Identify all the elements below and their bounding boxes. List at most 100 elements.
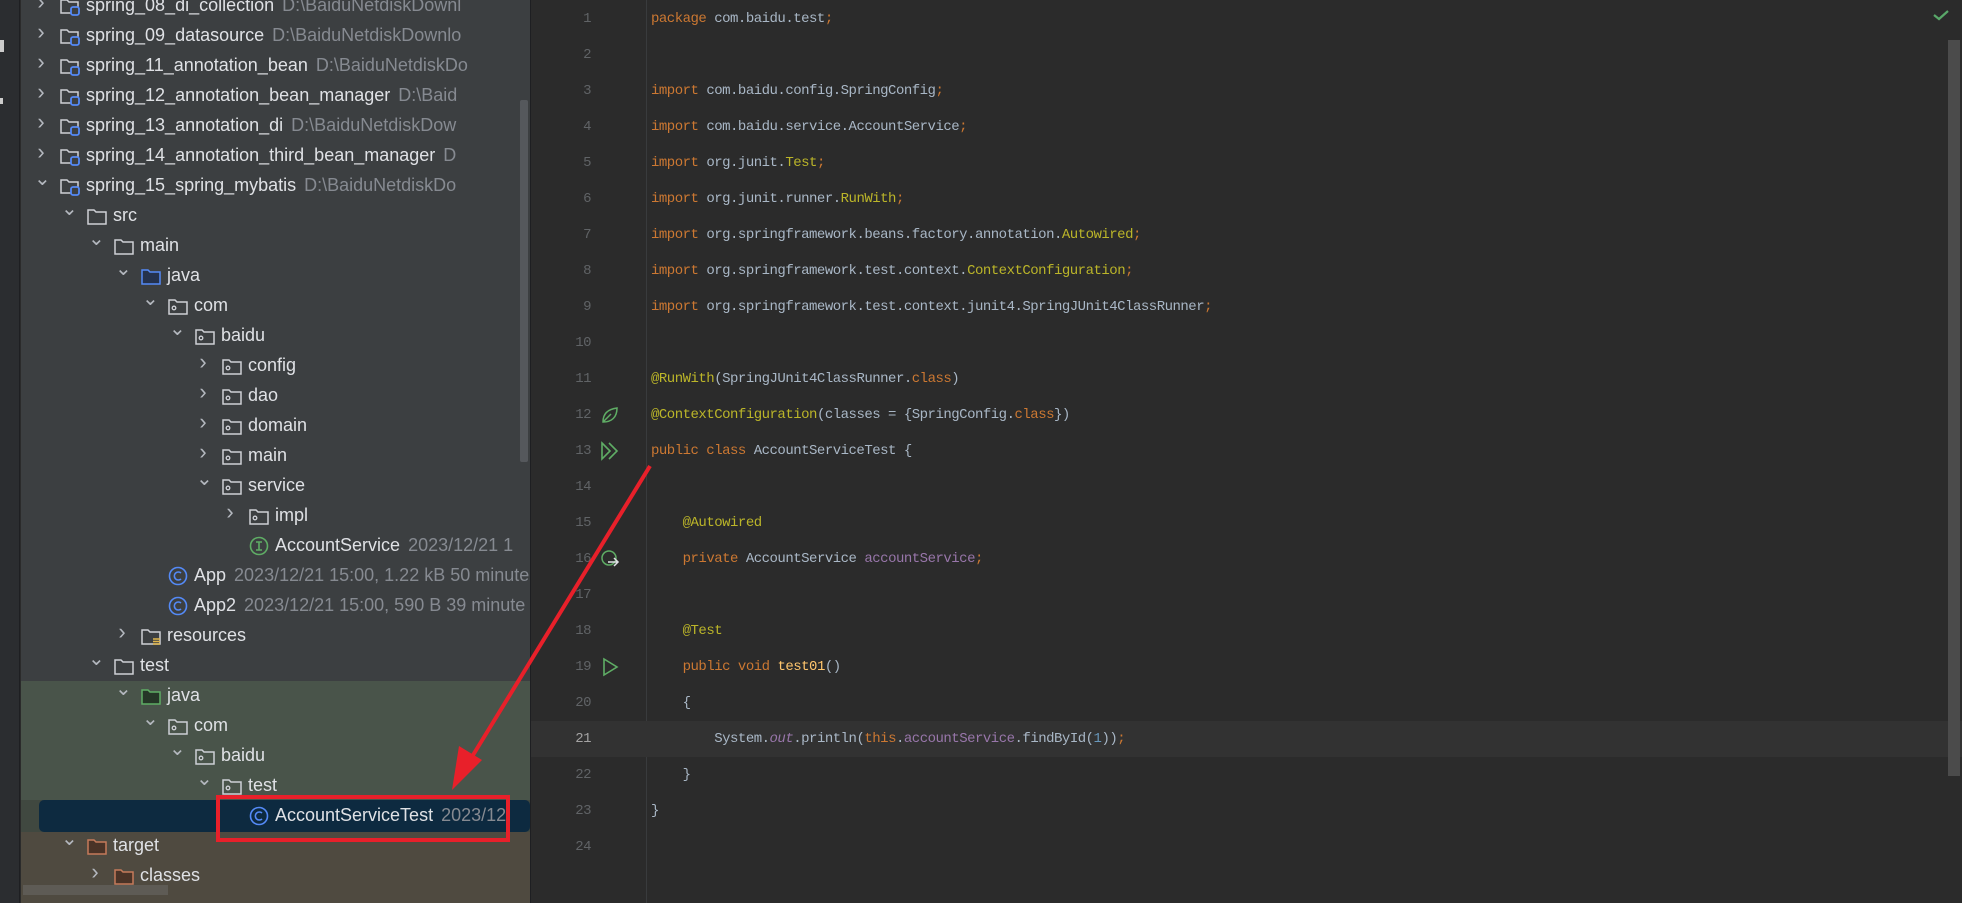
- code-token: Autowired: [1061, 227, 1134, 243]
- chevron-down-icon[interactable]: ⌄: [88, 229, 105, 249]
- code-line[interactable]: 14: [531, 469, 1962, 505]
- chevron-right-icon[interactable]: ›: [34, 0, 48, 13]
- chevron-right-icon[interactable]: ›: [88, 861, 102, 883]
- tree-item[interactable]: ⌄ target: [21, 829, 530, 861]
- chevron-down-icon[interactable]: ⌄: [142, 289, 159, 309]
- chevron-down-icon[interactable]: ⌄: [34, 169, 51, 189]
- chevron-right-icon[interactable]: ›: [196, 411, 210, 433]
- chevron-right-icon[interactable]: ›: [34, 51, 48, 73]
- tree-item[interactable]: ⌄ baidu: [21, 739, 530, 771]
- tree-vertical-scrollbar[interactable]: [520, 100, 528, 462]
- code-token: .println(: [793, 731, 865, 747]
- tree-item[interactable]: App 2023/12/21 15:00, 1.22 kB 50 minute: [21, 561, 530, 591]
- chevron-down-icon[interactable]: ⌄: [196, 769, 213, 789]
- tree-item[interactable]: ⌄ com: [21, 709, 530, 741]
- code-line[interactable]: 21 System.out.println(this.accountServic…: [531, 721, 1962, 757]
- tree-item-label: impl: [275, 505, 309, 525]
- code-line[interactable]: 20 {: [531, 685, 1962, 721]
- code-line[interactable]: 12 @ContextConfiguration(classes = {Sprin…: [531, 397, 1962, 433]
- tree-item[interactable]: › config: [21, 351, 530, 381]
- chevron-right-icon[interactable]: ›: [34, 141, 48, 163]
- chevron-right-icon[interactable]: ›: [196, 441, 210, 463]
- autowired-icon[interactable]: [599, 548, 621, 570]
- code-line[interactable]: 23}: [531, 793, 1962, 829]
- tree-item[interactable]: ⌄ spring_15_spring_mybatis D:\BaiduNetdisk…: [21, 169, 530, 201]
- code-line[interactable]: 22 }: [531, 757, 1962, 793]
- run-all-icon[interactable]: [599, 440, 621, 462]
- code-line[interactable]: 11 @RunWith(SpringJUnit4ClassRunner.class…: [531, 361, 1962, 397]
- code-line[interactable]: 16 private AccountService accountService…: [531, 541, 1962, 577]
- code-token: import: [651, 83, 707, 99]
- tree-item[interactable]: AccountService 2023/12/21 1: [21, 531, 530, 561]
- tree-item[interactable]: › spring_09_datasource D:\BaiduNetdiskDown…: [21, 21, 530, 51]
- code-line[interactable]: 17: [531, 577, 1962, 613]
- tree-item[interactable]: ⌄ main: [21, 229, 530, 261]
- tree-item[interactable]: ⌄ test: [21, 769, 530, 801]
- code-line[interactable]: 3 import com.baidu.config.SpringConfig;: [531, 73, 1962, 109]
- tree-item[interactable]: › spring_14_annotation_third_bean_manager…: [21, 141, 530, 171]
- code-line[interactable]: 10: [531, 325, 1962, 361]
- tree-item[interactable]: ⌄ baidu: [21, 319, 530, 351]
- tree-item[interactable]: › dao: [21, 381, 530, 411]
- code-line[interactable]: 7 import org.springframework.beans.factor…: [531, 217, 1962, 253]
- chevron-right-icon[interactable]: ›: [196, 351, 210, 373]
- chevron-down-icon[interactable]: ⌄: [61, 199, 78, 219]
- code-line[interactable]: 15 @Autowired: [531, 505, 1962, 541]
- editor-vertical-scrollbar[interactable]: [1948, 40, 1960, 776]
- tree-item[interactable]: › spring_12_annotation_bean_manager D:\Bai…: [21, 81, 530, 111]
- tree-item[interactable]: ⌄ test: [21, 649, 530, 681]
- chevron-right-icon[interactable]: ›: [34, 81, 48, 103]
- chevron-down-icon[interactable]: ⌄: [169, 739, 186, 759]
- chevron-down-icon[interactable]: ⌄: [115, 679, 132, 699]
- chevron-down-icon[interactable]: ⌄: [142, 709, 159, 729]
- tool-icon[interactable]: [0, 98, 3, 104]
- chevron-right-icon[interactable]: ›: [223, 501, 237, 523]
- chevron-down-icon[interactable]: ⌄: [88, 649, 105, 669]
- tree-item[interactable]: › spring_11_annotation_bean D:\BaiduNetdis…: [21, 51, 530, 81]
- tree-item[interactable]: ⌄ java: [21, 679, 530, 711]
- code-line[interactable]: 5 import org.junit.Test;: [531, 145, 1962, 181]
- chevron-right-icon[interactable]: ›: [115, 621, 129, 643]
- tree-item[interactable]: › spring_13_annotation_di D:\BaiduNetdiskD…: [21, 111, 530, 141]
- code-line[interactable]: 2: [531, 37, 1962, 73]
- check-icon[interactable]: [1932, 8, 1950, 22]
- chevron-down-icon[interactable]: ⌄: [115, 259, 132, 279]
- tree-item[interactable]: › spring_08_di_collection D:\BaiduNetdiskD…: [21, 0, 530, 21]
- code-line[interactable]: 8 import org.springframework.test.context…: [531, 253, 1962, 289]
- tree-item-label: dao: [248, 385, 279, 405]
- code-line[interactable]: 18 @Test: [531, 613, 1962, 649]
- code-editor[interactable]: 1 package com.baidu.test; 2 3 import com.bai…: [530, 0, 1962, 903]
- spring-bean-icon[interactable]: [599, 404, 621, 426]
- chevron-right-icon[interactable]: ›: [196, 381, 210, 403]
- tree-item[interactable]: AccountServiceTest 2023/12: [21, 801, 530, 831]
- code-token: private: [682, 551, 746, 567]
- code-line[interactable]: 24: [531, 829, 1962, 865]
- tree-item[interactable]: ⌄ java: [21, 259, 530, 291]
- tree-item[interactable]: › domain: [21, 411, 530, 441]
- code-line[interactable]: 9 import org.springframework.test.context…: [531, 289, 1962, 325]
- chevron-right-icon[interactable]: ›: [34, 111, 48, 133]
- tree-item[interactable]: › resources: [21, 621, 530, 651]
- tree-item[interactable]: › impl: [21, 501, 530, 531]
- chevron-down-icon[interactable]: ⌄: [61, 829, 78, 849]
- chevron-down-icon[interactable]: ⌄: [169, 319, 186, 339]
- project-tool-icon[interactable]: [0, 40, 4, 52]
- code-line[interactable]: 13 public class AccountServiceTest {: [531, 433, 1962, 469]
- code-token: System.: [651, 731, 770, 747]
- code-line[interactable]: 19 public void test01(): [531, 649, 1962, 685]
- chevron-right-icon[interactable]: ›: [34, 21, 48, 43]
- tree-item[interactable]: ⌄ service: [21, 469, 530, 501]
- tree-item[interactable]: ⌄ src: [21, 199, 530, 231]
- tree-item[interactable]: › main: [21, 441, 530, 471]
- module-icon: [60, 149, 80, 166]
- code-line[interactable]: 1 package com.baidu.test;: [531, 1, 1962, 37]
- tree-item-label: spring_14_annotation_third_bean_manager: [86, 145, 436, 165]
- code-line[interactable]: 4 import com.baidu.service.AccountService…: [531, 109, 1962, 145]
- code-line[interactable]: 6 import org.junit.runner.RunWith;: [531, 181, 1962, 217]
- tree-horizontal-scrollbar[interactable]: [23, 885, 168, 895]
- tree-item[interactable]: ⌄ com: [21, 289, 530, 321]
- line-number: 5: [583, 155, 591, 171]
- chevron-down-icon[interactable]: ⌄: [196, 469, 213, 489]
- run-icon[interactable]: [599, 656, 621, 678]
- tree-item[interactable]: App2 2023/12/21 15:00, 590 B 39 minute: [21, 591, 530, 621]
